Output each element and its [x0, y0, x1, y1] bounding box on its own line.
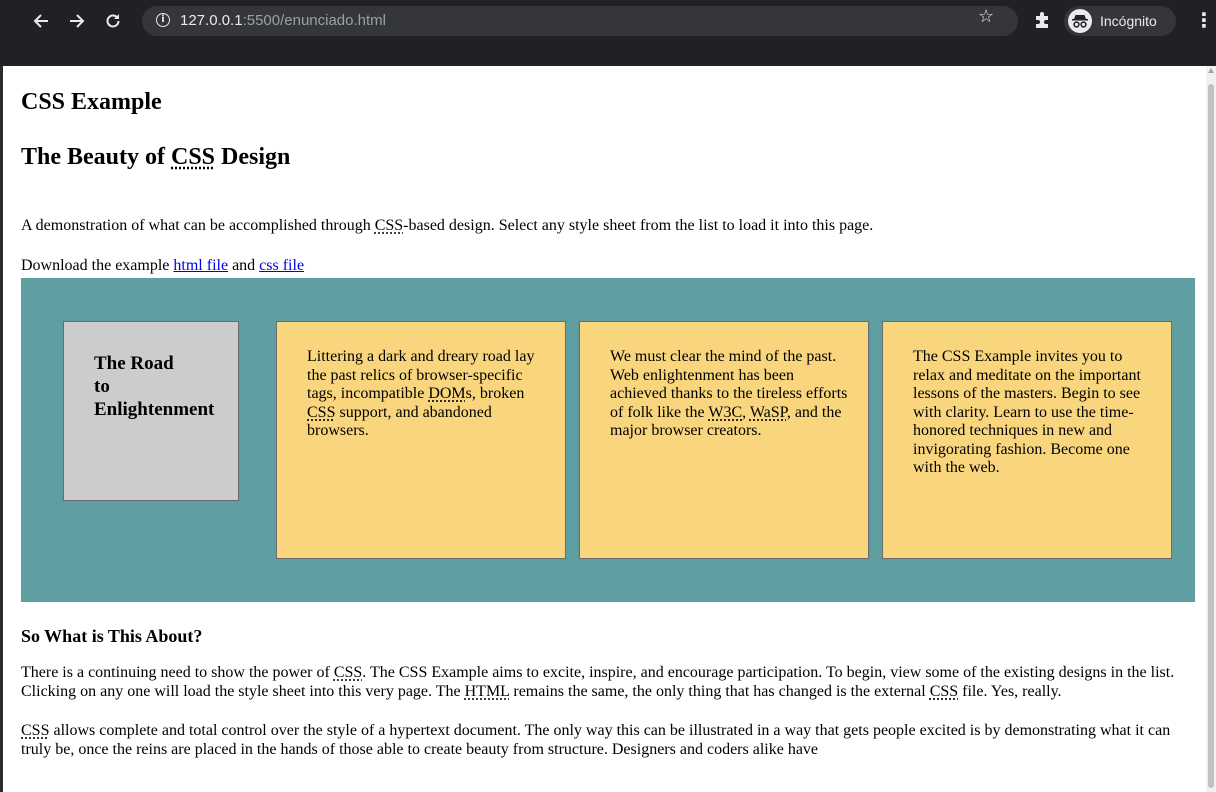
road-title-line: Enlightenment — [94, 399, 215, 420]
subtitle-post: Design — [215, 144, 291, 170]
css-abbr: CSS — [21, 722, 50, 739]
about-paragraph-1: There is a continuing need to show the p… — [21, 663, 1195, 701]
scroll-up-arrow-icon[interactable] — [1208, 68, 1214, 73]
css-file-link[interactable]: css file — [259, 257, 304, 274]
incognito-badge[interactable]: Incógnito — [1064, 6, 1176, 36]
p1-d: file. Yes, really. — [958, 683, 1062, 700]
road-card-3: The CSS Example invites you to relax and… — [882, 321, 1172, 559]
info-icon[interactable]: i — [156, 13, 170, 27]
reload-icon[interactable] — [96, 4, 130, 38]
subtitle-pre: The Beauty of — [21, 144, 171, 170]
page-viewport: CSS Example The Beauty of CSS Design A d… — [0, 66, 1206, 792]
intro-pre: A demonstration of what can be accomplis… — [21, 217, 375, 234]
puzzle-piece-icon[interactable] — [1032, 10, 1052, 30]
p1-a: There is a continuing need to show the p… — [21, 664, 334, 681]
wasp-abbr: WaSP — [749, 403, 787, 421]
css-abbr: CSS — [307, 403, 336, 421]
css-abbr: CSS — [333, 664, 363, 681]
address-bar[interactable]: i 127.0.0.1:5500/enunciado.html — [142, 6, 1018, 36]
incognito-label: Incógnito — [1100, 13, 1157, 29]
html-abbr: HTML — [464, 683, 510, 700]
p1-c: remains the same, the only thing that ha… — [509, 683, 930, 700]
vertical-scrollbar[interactable] — [1206, 66, 1216, 792]
road-title-box: The Road to Enlightenment — [63, 321, 239, 501]
css-abbr: CSS — [374, 217, 404, 234]
about-paragraph-2: CSS allows complete and total control ov… — [21, 721, 1195, 759]
about-heading: So What is This About? — [21, 626, 203, 646]
url-host: 127.0.0.1 — [180, 12, 243, 29]
road-card-1: Littering a dark and dreary road lay the… — [276, 321, 566, 559]
road-title-line: The Road — [94, 353, 174, 374]
w3c-abbr: W3C — [708, 403, 743, 421]
forward-arrow-icon[interactable] — [60, 4, 94, 38]
download-pre: Download the example — [21, 257, 174, 274]
download-paragraph: Download the example html file and css f… — [21, 256, 304, 275]
back-arrow-icon[interactable] — [24, 4, 58, 38]
css-abbr: CSS — [171, 144, 216, 170]
dom-abbr: DOM — [428, 385, 466, 402]
card-2-text: We must clear the mind of the past. Web … — [610, 348, 850, 441]
kebab-menu-icon[interactable]: ⋮ — [1194, 10, 1214, 30]
window-edge — [0, 66, 3, 792]
page-title: CSS Example — [21, 89, 162, 115]
road-card-2: We must clear the mind of the past. Web … — [579, 321, 869, 559]
intro-post: -based design. Select any style sheet fr… — [403, 217, 874, 234]
incognito-icon — [1068, 9, 1092, 33]
download-and: and — [228, 257, 260, 274]
card2-b: , — [742, 403, 750, 421]
star-icon[interactable]: ☆ — [978, 8, 994, 26]
scroll-thumb[interactable] — [1208, 84, 1214, 788]
enlightenment-panel: The Road to Enlightenment Littering a dark… — [21, 278, 1195, 602]
card-3-text: The CSS Example invites you to relax and… — [913, 348, 1141, 476]
url-path: :5500/enunciado.html — [242, 12, 386, 29]
page-subtitle: The Beauty of CSS Design — [21, 144, 290, 171]
html-file-link[interactable]: html file — [173, 257, 228, 274]
card1-b: s, broken — [465, 385, 525, 402]
url-text[interactable]: 127.0.0.1:5500/enunciado.html — [180, 12, 386, 29]
road-title-line: to — [94, 376, 110, 397]
card1-c: support, and abandoned browsers. — [307, 403, 492, 440]
browser-toolbar: i 127.0.0.1:5500/enunciado.html ☆ Incógn… — [0, 0, 1216, 76]
intro-paragraph: A demonstration of what can be accomplis… — [21, 216, 873, 235]
road-title: The Road to Enlightenment — [94, 352, 238, 421]
card-1-text: Littering a dark and dreary road lay the… — [307, 348, 547, 441]
css-abbr: CSS — [929, 683, 959, 700]
p2-text: allows complete and total control over t… — [21, 722, 1171, 758]
